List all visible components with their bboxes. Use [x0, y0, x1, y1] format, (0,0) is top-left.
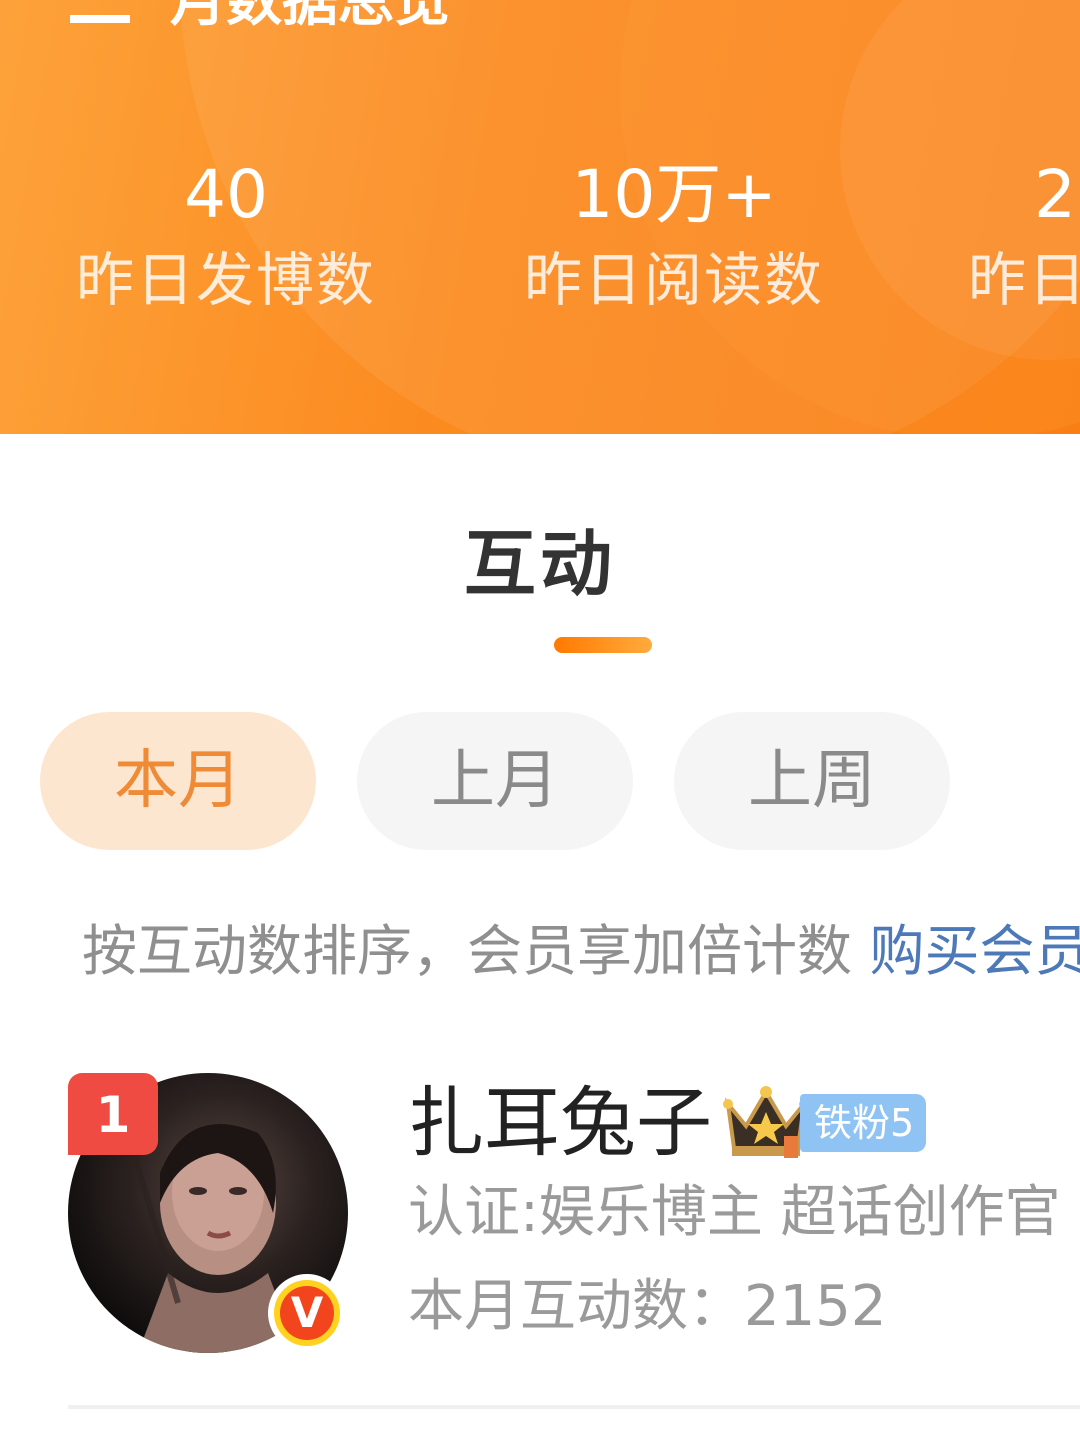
buy-membership-link[interactable]: 购买会员	[869, 919, 1080, 983]
rank-badge: 1	[68, 1073, 158, 1155]
section-title: 互动	[463, 522, 616, 606]
stat-posts[interactable]: 40 昨日发博数	[66, 150, 386, 320]
fan-level-badge: 铁粉5	[800, 1094, 927, 1152]
sort-hint: 按互动数排序，会员享加倍计数 购买会员	[82, 915, 1080, 987]
title-bar-icon	[70, 14, 130, 23]
stat-value: 10万+	[571, 156, 777, 233]
v-verified-icon: V	[268, 1274, 346, 1352]
stat-label: 昨日阅读数	[523, 246, 824, 314]
stat-label: 昨日	[968, 246, 1080, 314]
stats-header: 月数据总览 40 昨日发博数 10万+ 昨日阅读数 2 昨日	[0, 0, 1080, 434]
page: 月数据总览 40 昨日发博数 10万+ 昨日阅读数 2 昨日 互动 本月 上月 …	[0, 0, 1080, 1439]
stat-reads[interactable]: 10万+ 昨日阅读数	[514, 150, 834, 320]
tab-last-month[interactable]: 上月	[357, 712, 633, 850]
sort-hint-text: 按互动数排序，会员享加倍计数	[82, 919, 870, 983]
divider	[68, 1405, 1080, 1409]
stat-value: 2	[1034, 156, 1076, 233]
stat-third[interactable]: 2 昨日	[962, 150, 1080, 320]
stat-label: 昨日发博数	[75, 246, 376, 314]
verification-text: 认证:娱乐博主 超话创作官	[408, 1180, 1061, 1245]
interaction-count: 本月互动数：2152	[408, 1274, 887, 1339]
title-underline	[554, 637, 652, 653]
header-title: 月数据总览	[70, 0, 450, 34]
stat-value: 40	[184, 156, 268, 233]
tab-last-week[interactable]: 上周	[674, 712, 950, 850]
user-name[interactable]: 扎耳兔子	[408, 1078, 712, 1168]
tab-this-month[interactable]: 本月	[40, 712, 316, 850]
crown-icon	[723, 1086, 809, 1158]
